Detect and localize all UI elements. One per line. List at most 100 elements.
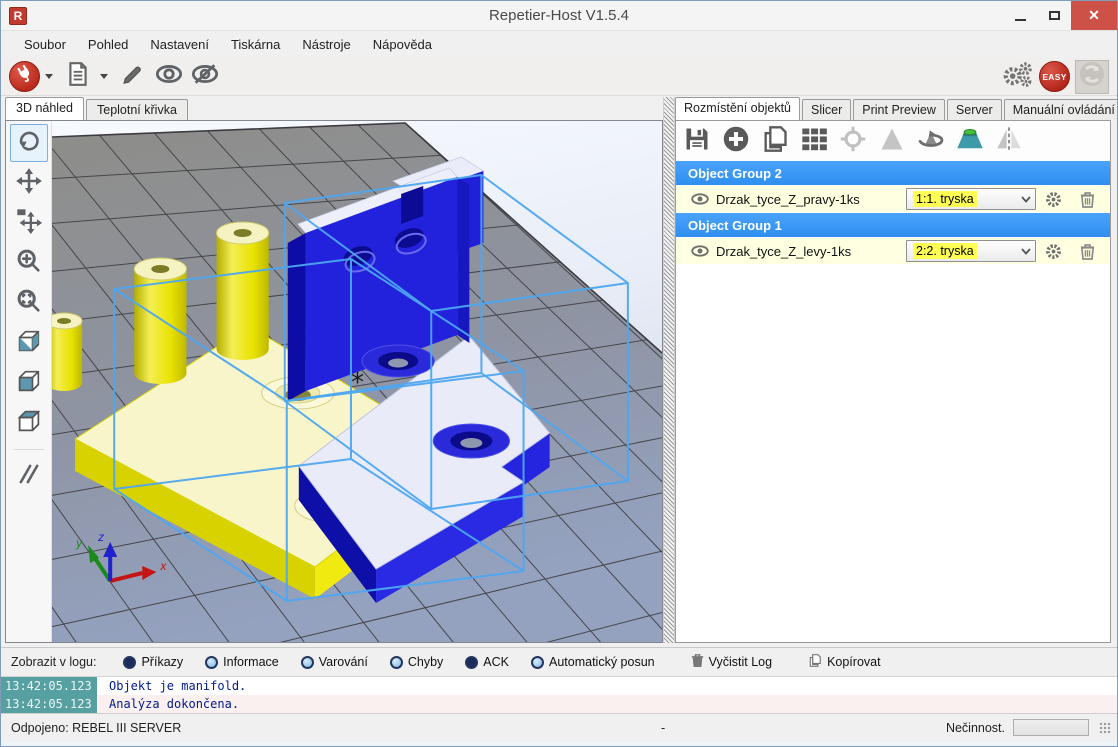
save-button[interactable] bbox=[682, 126, 712, 156]
menu-soubor[interactable]: Soubor bbox=[13, 33, 77, 56]
mirror-icon bbox=[995, 125, 1023, 158]
easy-mode-button[interactable]: EASY bbox=[1039, 61, 1070, 92]
tab-object-placement[interactable]: Rozmístění objektů bbox=[675, 97, 800, 120]
kill-icon bbox=[1078, 60, 1106, 93]
tab-temperature-curve[interactable]: Teplotní křivka bbox=[86, 99, 188, 120]
activity-status: Nečinnost. bbox=[946, 721, 1005, 735]
menu-nastaveni[interactable]: Nastavení bbox=[139, 33, 220, 56]
view-front-button[interactable] bbox=[10, 364, 48, 402]
zoom-in-button[interactable] bbox=[10, 244, 48, 282]
tab-print-preview[interactable]: Print Preview bbox=[853, 99, 945, 120]
tab-slicer[interactable]: Slicer bbox=[802, 99, 851, 120]
printer-settings-button[interactable] bbox=[1003, 62, 1033, 92]
filter-commands[interactable]: Příkazy bbox=[114, 653, 192, 671]
filter-errors-icon bbox=[390, 656, 403, 669]
minimize-button[interactable] bbox=[1003, 1, 1037, 30]
cut-object-button[interactable] bbox=[955, 126, 985, 156]
object-group-header[interactable]: Object Group 2 bbox=[676, 161, 1110, 186]
gears-icon bbox=[1001, 59, 1035, 94]
left-pane: 3D náhled Teplotní křivka bbox=[5, 97, 663, 643]
add-object-button[interactable] bbox=[721, 126, 751, 156]
eye-slash-icon bbox=[191, 63, 219, 90]
hide-travel-button[interactable] bbox=[190, 62, 220, 92]
move-arrows-icon bbox=[15, 167, 43, 200]
document-icon bbox=[66, 61, 90, 92]
view-isometric-button[interactable] bbox=[10, 324, 48, 362]
scale-triangle-icon bbox=[878, 125, 906, 158]
pencil-icon bbox=[121, 62, 145, 91]
extruder-select[interactable]: 2:2. tryska bbox=[906, 240, 1036, 262]
eye-icon bbox=[155, 63, 183, 90]
filter-errors[interactable]: Chyby bbox=[381, 653, 452, 671]
statusbar: Odpojeno: REBEL III SERVER - Nečinnost. bbox=[1, 713, 1117, 741]
visibility-eye-icon[interactable] bbox=[690, 192, 716, 206]
connect-plug-icon bbox=[15, 64, 35, 89]
chevron-down-icon bbox=[1021, 192, 1031, 206]
log-toolbar: Zobrazit v logu: Příkazy Informace Varov… bbox=[1, 647, 1117, 676]
filter-autoscroll-icon bbox=[531, 656, 544, 669]
axis-x-label: x bbox=[159, 559, 167, 573]
window-bottom-edge bbox=[1, 741, 1117, 746]
zoom-fit-button[interactable] bbox=[10, 284, 48, 322]
close-button[interactable]: ✕ bbox=[1071, 1, 1117, 30]
copy-object-button[interactable] bbox=[760, 126, 790, 156]
mirror-object-button[interactable] bbox=[994, 126, 1024, 156]
copy-icon bbox=[808, 653, 822, 671]
load-dropdown-caret[interactable] bbox=[100, 74, 108, 79]
connect-button[interactable] bbox=[9, 61, 40, 92]
delete-object-button[interactable] bbox=[1070, 191, 1104, 208]
copy-pages-icon bbox=[761, 125, 789, 158]
log-message: Analýza dokončena. bbox=[97, 697, 239, 711]
titlebar: R Repetier-Host V1.5.4 ✕ bbox=[1, 1, 1117, 31]
view-top-button[interactable] bbox=[10, 404, 48, 442]
tab-manual-control[interactable]: Manuální ovládání bbox=[1004, 99, 1118, 120]
emergency-stop-button[interactable] bbox=[1075, 60, 1109, 94]
parallel-projection-button[interactable] bbox=[10, 457, 48, 495]
autoposition-button[interactable] bbox=[799, 126, 829, 156]
move-object-button[interactable] bbox=[10, 204, 48, 242]
log-view[interactable]: 13:42:05.123 Objekt je manifold. 13:42:0… bbox=[1, 676, 1117, 713]
edit-button[interactable] bbox=[118, 62, 148, 92]
menu-napoveda[interactable]: Nápověda bbox=[362, 33, 443, 56]
delete-object-button[interactable] bbox=[1070, 243, 1104, 260]
canvas-3d[interactable]: * x y z bbox=[52, 121, 662, 642]
filter-info[interactable]: Informace bbox=[196, 653, 288, 671]
menu-tiskarna[interactable]: Tiskárna bbox=[220, 33, 291, 56]
copy-log-button[interactable]: Kopírovat bbox=[799, 651, 890, 673]
rotate-view-button[interactable] bbox=[10, 124, 48, 162]
load-button[interactable] bbox=[63, 62, 93, 92]
view-toolbar bbox=[6, 121, 52, 642]
move-view-button[interactable] bbox=[10, 164, 48, 202]
clear-log-button[interactable]: Vyčistit Log bbox=[682, 651, 781, 673]
connect-dropdown-caret[interactable] bbox=[45, 74, 53, 79]
object-settings-button[interactable] bbox=[1036, 191, 1070, 208]
filter-ack[interactable]: ACK bbox=[456, 653, 518, 671]
extruder-select[interactable]: 1:1. tryska bbox=[906, 188, 1036, 210]
filter-warnings[interactable]: Varování bbox=[292, 653, 377, 671]
object-group-header[interactable]: Object Group 1 bbox=[676, 213, 1110, 238]
tab-server[interactable]: Server bbox=[947, 99, 1002, 120]
visibility-eye-icon[interactable] bbox=[690, 244, 716, 258]
menu-pohled[interactable]: Pohled bbox=[77, 33, 139, 56]
zoom-in-icon bbox=[15, 247, 43, 280]
cube-isometric-icon bbox=[15, 327, 43, 360]
trash-icon bbox=[691, 653, 704, 671]
maximize-button[interactable] bbox=[1037, 1, 1071, 30]
rotate-object-button[interactable] bbox=[916, 126, 946, 156]
filter-autoscroll[interactable]: Automatický posun bbox=[522, 653, 664, 671]
pane-splitter[interactable] bbox=[663, 97, 675, 643]
center-object-button[interactable] bbox=[838, 126, 868, 156]
scale-object-button[interactable] bbox=[877, 126, 907, 156]
filter-info-icon bbox=[205, 656, 218, 669]
rotate-view-icon bbox=[15, 127, 43, 160]
object-settings-button[interactable] bbox=[1036, 243, 1070, 260]
menu-nastroje[interactable]: Nástroje bbox=[291, 33, 361, 56]
object-row[interactable]: Drzak_tyce_Z_levy-1ks 2:2. tryska bbox=[676, 238, 1110, 265]
tab-3d-preview[interactable]: 3D náhled bbox=[5, 97, 84, 120]
resize-grip-icon[interactable] bbox=[1099, 722, 1111, 734]
log-entry: 13:42:05.123 Objekt je manifold. bbox=[1, 677, 1117, 695]
left-tabbar: 3D náhled Teplotní křivka bbox=[5, 97, 663, 120]
status-center: - bbox=[661, 721, 946, 735]
object-row[interactable]: Drzak_tyce_Z_pravy-1ks 1:1. tryska bbox=[676, 186, 1110, 213]
show-filament-button[interactable] bbox=[154, 62, 184, 92]
